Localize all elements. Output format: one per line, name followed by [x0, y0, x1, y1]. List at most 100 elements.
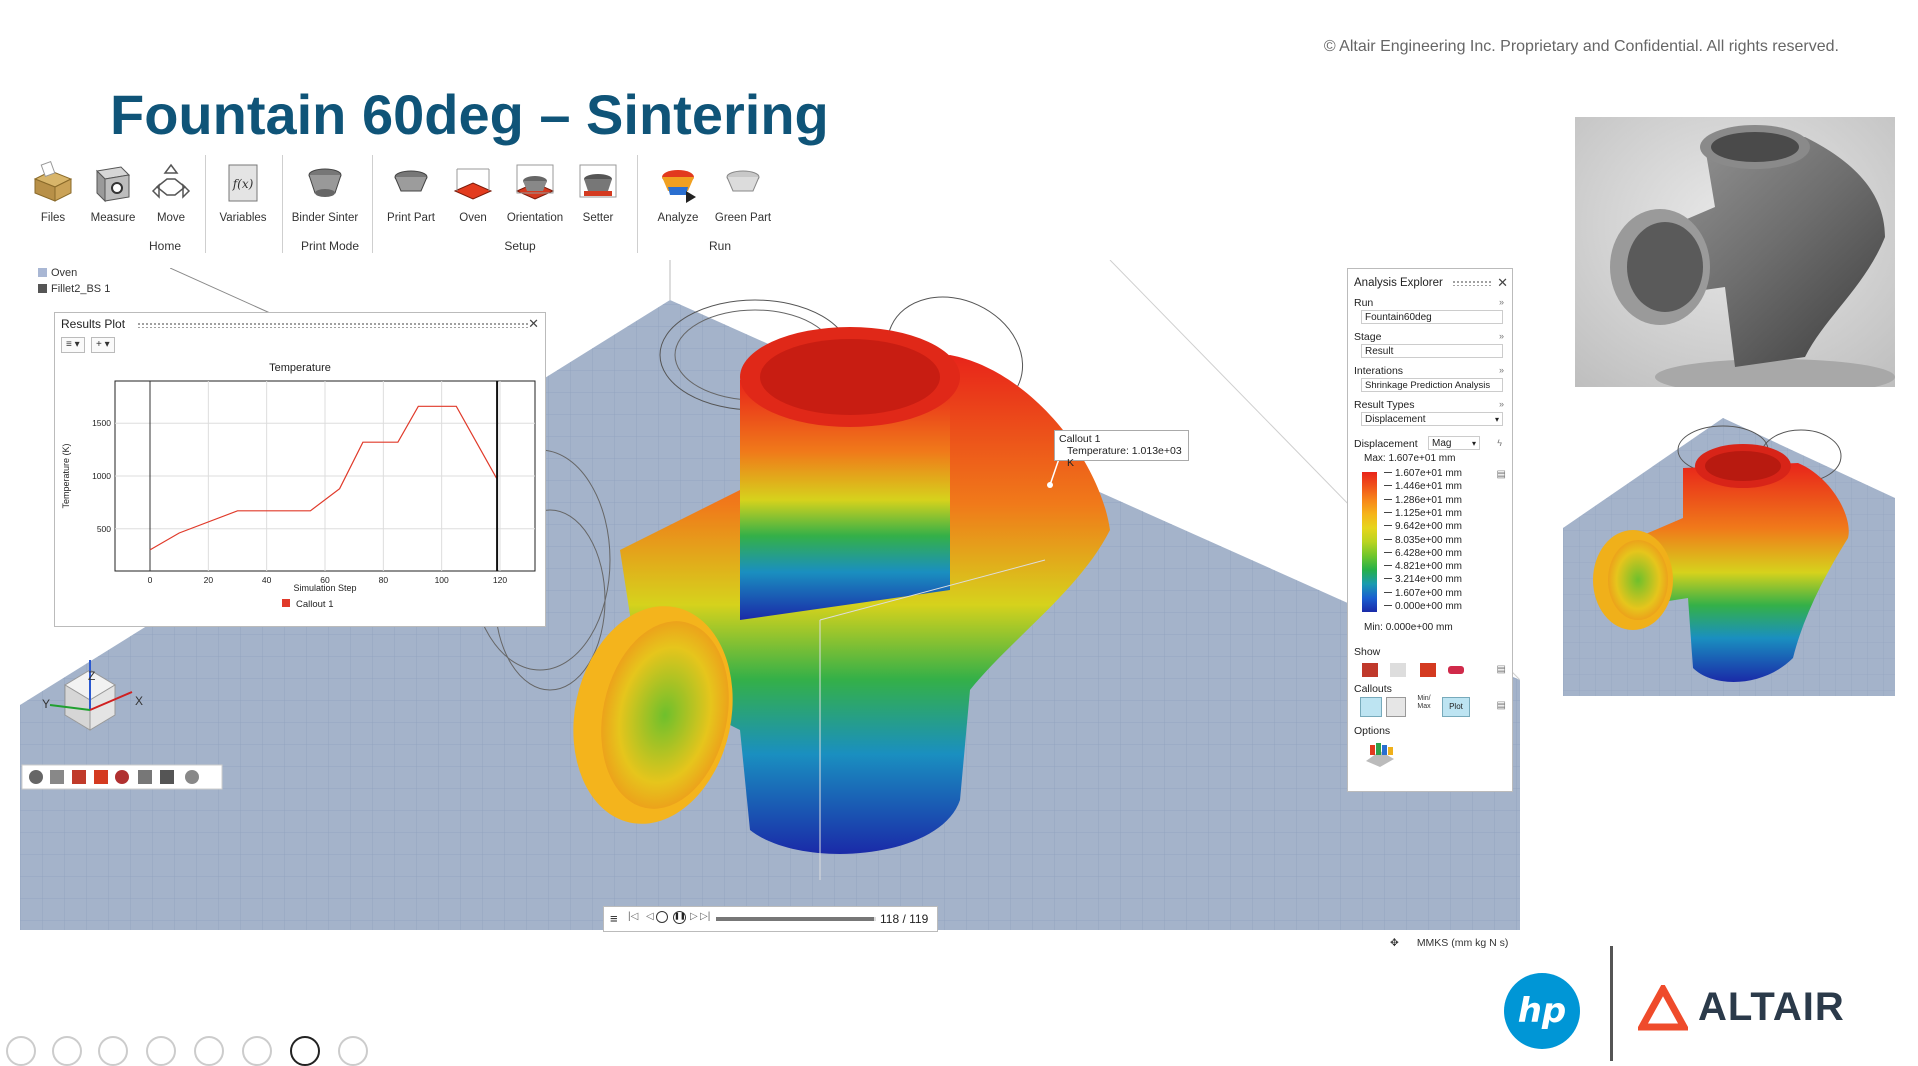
move-button[interactable]: Move: [138, 155, 204, 224]
callouts-menu-icon[interactable]: ▤: [1497, 700, 1506, 711]
print-part-button[interactable]: Print Part: [378, 155, 444, 224]
show-deformed-icon: [1362, 663, 1378, 677]
run-field[interactable]: Fountain60deg: [1361, 310, 1503, 324]
oven-button[interactable]: Oven: [440, 155, 506, 224]
options-palette-icon[interactable]: [1364, 741, 1398, 767]
analysis-explorer-panel[interactable]: Analysis Explorer ✕ Run » Fountain60deg …: [1347, 268, 1513, 792]
step-forward-icon[interactable]: ▷: [690, 911, 698, 922]
stage-field[interactable]: Result: [1361, 344, 1503, 358]
legend-menu-icon[interactable]: ▤: [1497, 469, 1506, 480]
orientation-label: Orientation: [506, 212, 564, 224]
close-icon[interactable]: ✕: [528, 316, 539, 332]
callout-tooltip[interactable]: Callout 1 Temperature: 1.013e+03 K: [1054, 430, 1189, 469]
plot-toggle-button[interactable]: Plot: [1442, 697, 1470, 717]
measure-label: Measure: [90, 212, 136, 224]
files-button[interactable]: Files: [20, 155, 86, 224]
pen-tool-button[interactable]: [98, 1036, 128, 1066]
close-icon[interactable]: ✕: [1497, 275, 1508, 291]
prev-slide-button[interactable]: [6, 1036, 36, 1066]
chevron-down-icon[interactable]: »: [1499, 399, 1504, 409]
legend-value-row: 9.642e+00 mm: [1384, 521, 1462, 532]
altair-logo-mark: [1638, 985, 1688, 1031]
svg-text:hp: hp: [1518, 991, 1567, 1031]
result-type-select[interactable]: Displacement ▾: [1361, 412, 1503, 426]
subtitles-button[interactable]: [242, 1036, 272, 1066]
panel-drag-handle[interactable]: [137, 322, 529, 328]
legend-value-row: 1.286e+01 mm: [1384, 495, 1462, 506]
group-setup: Setup: [504, 239, 536, 253]
binder-sinter-label: Binder Sinter: [291, 212, 359, 224]
pause-icon[interactable]: ❚❚: [673, 911, 686, 924]
displacement-label: Displacement: [1354, 438, 1418, 450]
plot-menu-button[interactable]: ≡ ▾: [61, 337, 85, 353]
camera-button[interactable]: [290, 1036, 320, 1066]
add-curve-button[interactable]: + ▾: [91, 337, 115, 353]
x-tick-label: 20: [204, 575, 214, 585]
x-tick-label: 100: [435, 575, 449, 585]
green-part-button[interactable]: Green Part: [710, 155, 776, 224]
show-menu-icon[interactable]: ▤: [1497, 664, 1506, 675]
displacement-mode-select[interactable]: Mag ▾: [1428, 436, 1480, 450]
temperature-chart: Temperature 0 20 40 60 80 100 12050010001500 S…: [61, 362, 536, 610]
tree-leader-line: [170, 268, 271, 314]
units-display[interactable]: ✥ MMKS (mm kg N s): [1390, 937, 1508, 949]
zoom-button[interactable]: [194, 1036, 224, 1066]
variables-button[interactable]: f(x) Variables: [210, 155, 276, 224]
step-back-icon[interactable]: ◁: [646, 911, 654, 922]
playback-slider[interactable]: [716, 917, 876, 921]
more-options-button[interactable]: [338, 1036, 368, 1066]
legend-value-row: 1.607e+01 mm: [1384, 468, 1462, 479]
group-home: Home: [148, 239, 181, 253]
skip-back-icon[interactable]: |◁: [628, 911, 638, 922]
show-icons[interactable]: [1360, 661, 1470, 679]
chevron-down-icon[interactable]: »: [1499, 365, 1504, 375]
setter-button[interactable]: Setter: [565, 155, 631, 224]
skip-forward-icon[interactable]: ▷|: [700, 911, 710, 922]
callout-note-button[interactable]: [1386, 697, 1406, 717]
analyze-icon: [662, 170, 696, 203]
legend-swatch: [282, 599, 290, 607]
files-icon: [33, 161, 73, 202]
slide-sorter-button[interactable]: [146, 1036, 176, 1066]
min-max-button[interactable]: Min/ Max: [1412, 695, 1436, 711]
measure-button[interactable]: Measure: [80, 155, 146, 224]
tree-item-oven[interactable]: Oven: [38, 265, 110, 281]
green-part-icon: [726, 170, 760, 192]
callout-title: Callout 1: [1059, 433, 1101, 445]
chart-title: Temperature: [269, 362, 331, 374]
analyze-button[interactable]: Analyze: [645, 155, 711, 224]
svg-text:Z: Z: [88, 669, 95, 683]
x-tick-label: 40: [262, 575, 272, 585]
callout-probe-button[interactable]: [1360, 697, 1382, 717]
y-axis-label: Temperature (K): [61, 443, 71, 508]
svg-text:f(x): f(x): [232, 177, 254, 191]
show-contour-icon: [1420, 663, 1436, 677]
tree-item-fillet[interactable]: Fillet2_BS 1: [38, 281, 110, 297]
files-label: Files: [40, 212, 66, 224]
x-tick-label: 0: [148, 575, 153, 585]
x-tick-label: 80: [379, 575, 389, 585]
chevron-down-icon[interactable]: »: [1499, 331, 1504, 341]
orientation-button[interactable]: Orientation: [502, 155, 568, 224]
legend-value-row: 8.035e+00 mm: [1384, 535, 1462, 546]
result-types-label: Result Types: [1354, 399, 1415, 411]
y-tick-label: 1000: [92, 471, 111, 481]
chevron-down-icon[interactable]: »: [1499, 297, 1504, 307]
results-plot-panel[interactable]: Results Plot ✕ ≡ ▾ + ▾ Temperature 0 20 40…: [54, 312, 546, 627]
group-print-mode: Print Mode: [300, 239, 360, 253]
x-axis-label: Simulation Step: [293, 583, 356, 593]
binder-sinter-button[interactable]: Binder Sinter: [288, 155, 362, 224]
model-tree: Oven Fillet2_BS 1: [38, 265, 110, 297]
playback-menu-icon[interactable]: ≡: [610, 911, 618, 926]
altair-logo-wordmark: ALTAIR: [1698, 985, 1845, 1029]
record-icon[interactable]: [656, 911, 668, 923]
next-slide-button[interactable]: [52, 1036, 82, 1066]
x-tick-label: 120: [493, 575, 507, 585]
y-tick-label: 1500: [92, 418, 111, 428]
print-part-label: Print Part: [387, 212, 435, 224]
view-toolbar[interactable]: [21, 764, 223, 790]
iterations-field[interactable]: Shrinkage Prediction Analysis: [1361, 378, 1503, 392]
legend-value-row: 1.125e+01 mm: [1384, 508, 1462, 519]
explorer-drag-handle[interactable]: [1452, 280, 1492, 286]
lightning-icon[interactable]: ϟ: [1497, 438, 1502, 448]
